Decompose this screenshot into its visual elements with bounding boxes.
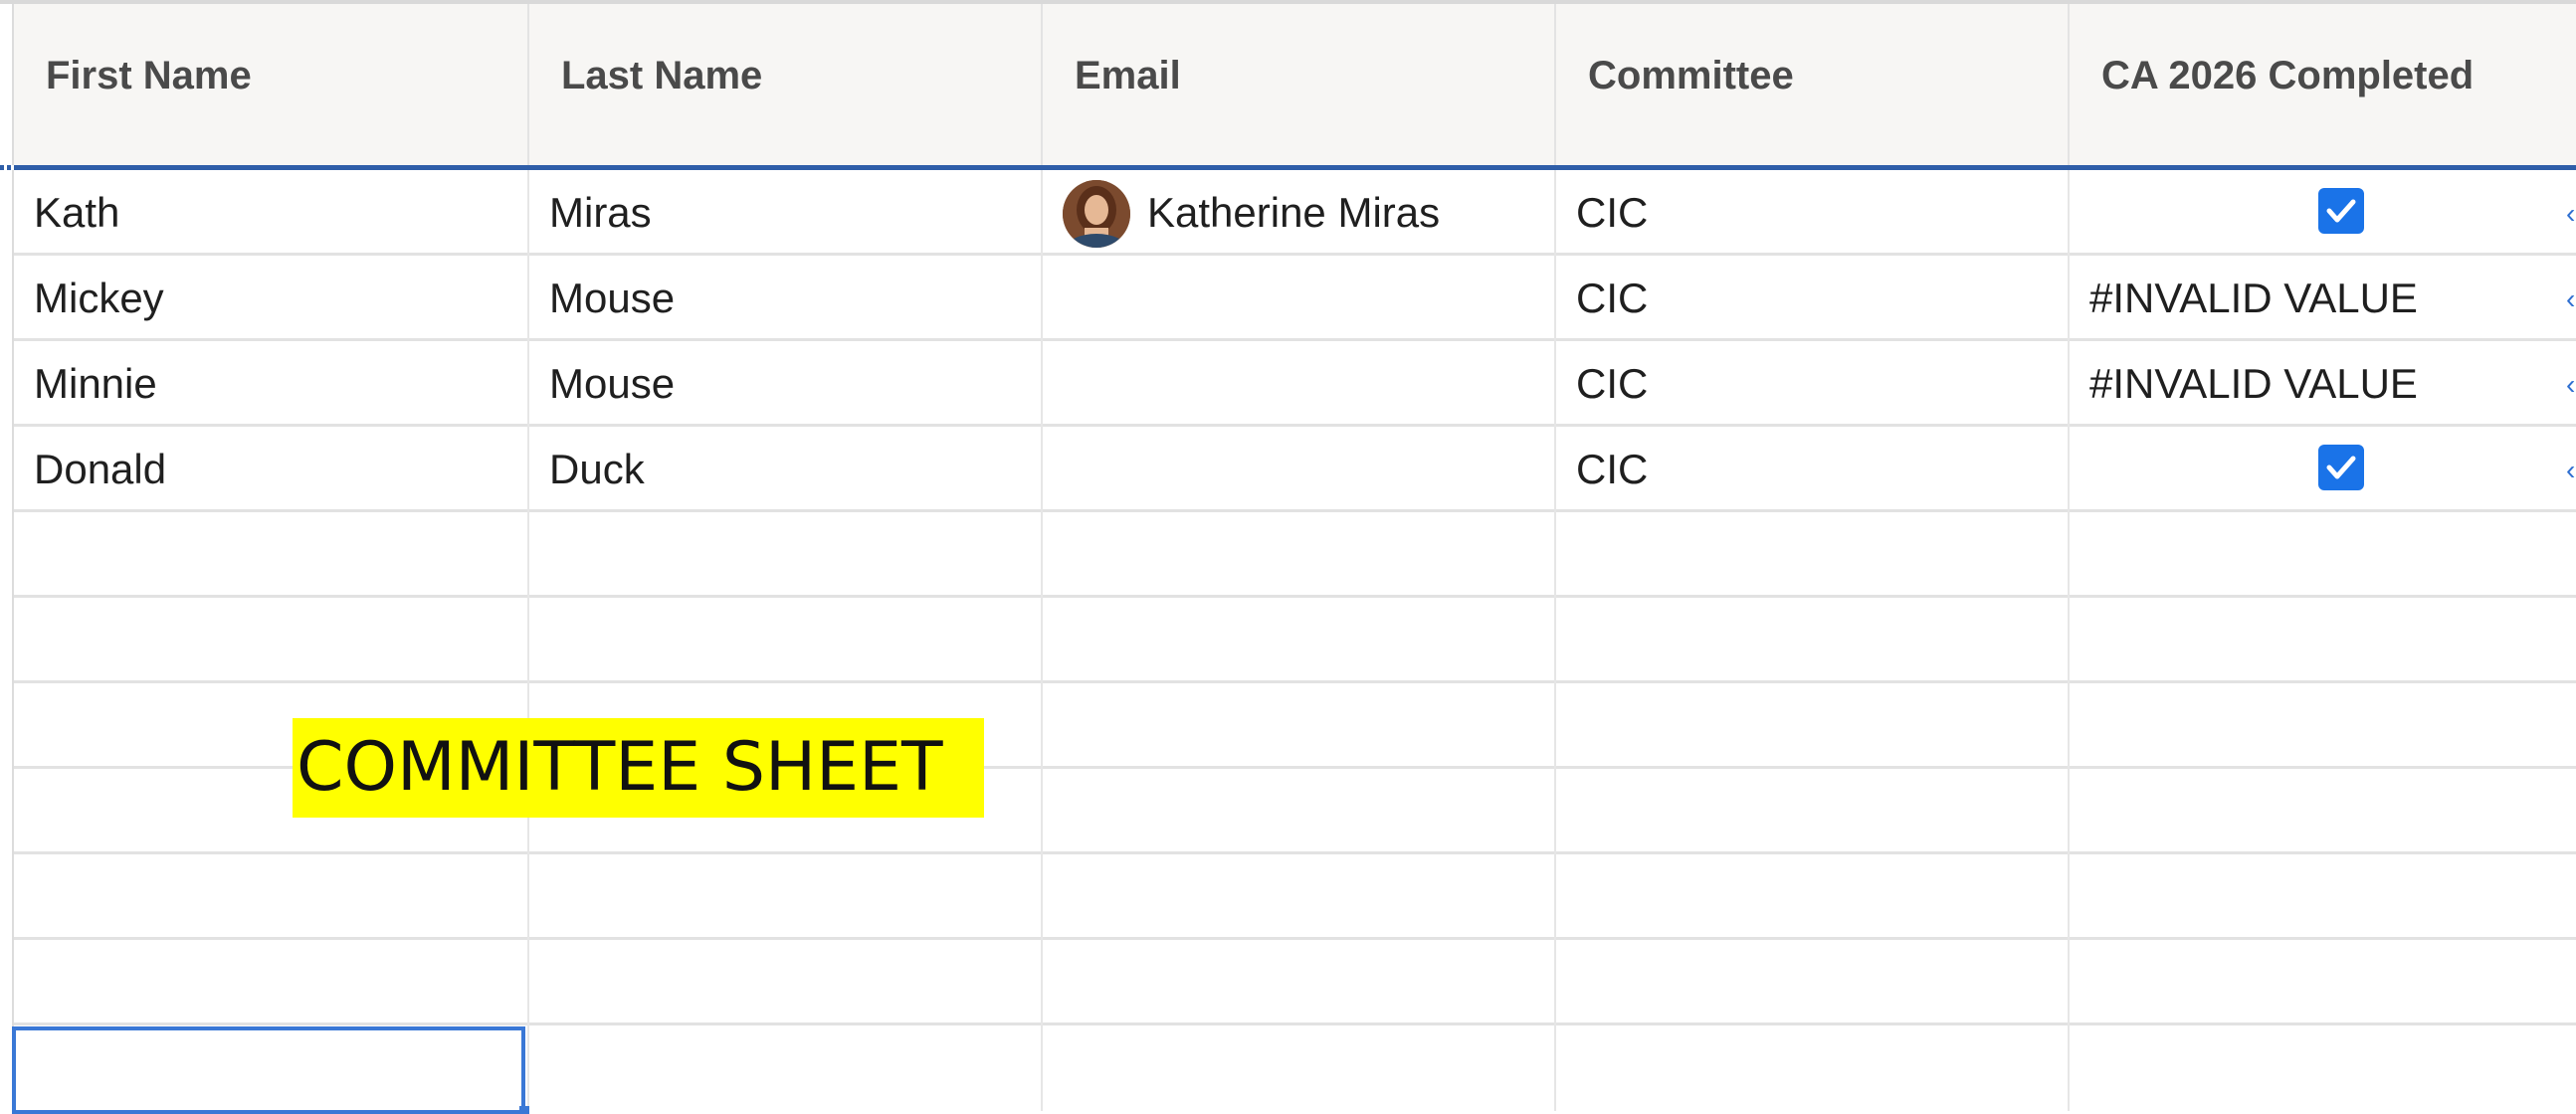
selected-cell[interactable]	[12, 1026, 525, 1114]
table-row: Kath Miras Katherine Miras CIC ‹	[14, 170, 2576, 256]
cell-committee[interactable]: CIC	[1554, 341, 2068, 427]
empty-cell[interactable]	[1041, 683, 1554, 769]
column-header-email[interactable]: Email	[1041, 4, 1554, 169]
cell-email[interactable]	[1041, 427, 1554, 512]
empty-row	[14, 512, 2576, 598]
cell-last-name[interactable]: Mouse	[527, 341, 1041, 427]
column-header-first-name[interactable]: First Name	[14, 4, 527, 169]
empty-cell[interactable]	[1554, 769, 2068, 854]
empty-cell[interactable]	[2068, 940, 2576, 1025]
column-header-last-name[interactable]: Last Name	[527, 4, 1041, 169]
empty-cell[interactable]	[14, 598, 527, 683]
empty-cell[interactable]	[1041, 1025, 1554, 1111]
cell-last-name[interactable]: Mouse	[527, 256, 1041, 341]
empty-cell[interactable]	[527, 512, 1041, 598]
row-gutter	[0, 4, 14, 1114]
empty-cell[interactable]	[1554, 1025, 2068, 1111]
cell-email-name: Katherine Miras	[1147, 189, 1441, 236]
empty-cell[interactable]	[527, 854, 1041, 940]
empty-cell[interactable]	[2068, 1025, 2576, 1111]
column-header-ca-2026-completed[interactable]: CA 2026 Completed	[2068, 4, 2576, 169]
committee-sheet-banner[interactable]: COMMITTEE SHEET	[293, 718, 984, 818]
empty-cell[interactable]	[1554, 854, 2068, 940]
cell-committee[interactable]: CIC	[1554, 256, 2068, 341]
cell-email[interactable]	[1041, 341, 1554, 427]
cell-email[interactable]	[1041, 256, 1554, 341]
table-row: Donald Duck CIC ‹	[14, 427, 2576, 512]
cell-committee[interactable]: CIC	[1554, 170, 2068, 256]
cell-last-name[interactable]: Duck	[527, 427, 1041, 512]
cell-ca-completed[interactable]: #INVALID VALUE ‹	[2068, 341, 2576, 427]
empty-cell[interactable]	[1554, 940, 2068, 1025]
spreadsheet-grid: First Name Last Name Email Committee CA …	[0, 0, 2576, 1114]
cell-first-name[interactable]: Donald	[14, 427, 527, 512]
empty-cell[interactable]	[14, 512, 527, 598]
table-row: Minnie Mouse CIC #INVALID VALUE ‹	[14, 341, 2576, 427]
empty-cell[interactable]	[14, 854, 527, 940]
cell-last-name[interactable]: Miras	[527, 170, 1041, 256]
empty-cell[interactable]	[1041, 854, 1554, 940]
empty-cell[interactable]	[527, 1025, 1041, 1111]
column-header-committee[interactable]: Committee	[1554, 4, 2068, 169]
cell-first-name[interactable]: Minnie	[14, 341, 527, 427]
user-avatar-icon[interactable]	[1063, 180, 1130, 248]
empty-cell[interactable]	[2068, 683, 2576, 769]
cell-ca-completed[interactable]: ‹	[2068, 170, 2576, 256]
empty-cell[interactable]	[14, 940, 527, 1025]
cell-ca-completed-text: #INVALID VALUE	[2089, 360, 2418, 407]
checkbox-checked-icon[interactable]	[2318, 188, 2364, 234]
column-header-row: First Name Last Name Email Committee CA …	[14, 4, 2576, 169]
empty-cell[interactable]	[1041, 598, 1554, 683]
empty-cell[interactable]	[527, 940, 1041, 1025]
row-edge-marker-icon: ‹	[2566, 283, 2576, 314]
empty-cell[interactable]	[1041, 769, 1554, 854]
empty-row	[14, 940, 2576, 1025]
empty-cell[interactable]	[2068, 598, 2576, 683]
table-row: Mickey Mouse CIC #INVALID VALUE ‹	[14, 256, 2576, 341]
cell-email[interactable]: Katherine Miras	[1041, 170, 1554, 256]
empty-cell[interactable]	[2068, 512, 2576, 598]
empty-cell[interactable]	[1554, 683, 2068, 769]
row-edge-marker-icon: ‹	[2566, 369, 2576, 400]
cell-ca-completed[interactable]: #INVALID VALUE ‹	[2068, 256, 2576, 341]
cell-first-name[interactable]: Mickey	[14, 256, 527, 341]
cell-ca-completed-text: #INVALID VALUE	[2089, 275, 2418, 321]
empty-cell[interactable]	[1041, 940, 1554, 1025]
cell-committee[interactable]: CIC	[1554, 427, 2068, 512]
cell-ca-completed[interactable]: ‹	[2068, 427, 2576, 512]
empty-cell[interactable]	[1554, 512, 2068, 598]
empty-row	[14, 598, 2576, 683]
empty-cell[interactable]	[1554, 598, 2068, 683]
empty-cell[interactable]	[2068, 854, 2576, 940]
header-divider-dash	[0, 165, 14, 170]
row-edge-marker-icon: ‹	[2566, 198, 2576, 229]
fill-handle[interactable]	[519, 1106, 529, 1114]
row-edge-marker-icon: ‹	[2566, 455, 2576, 485]
checkbox-checked-icon[interactable]	[2318, 445, 2364, 490]
cell-first-name[interactable]: Kath	[14, 170, 527, 256]
empty-cell[interactable]	[527, 598, 1041, 683]
empty-row	[14, 854, 2576, 940]
empty-cell[interactable]	[2068, 769, 2576, 854]
empty-cell[interactable]	[1041, 512, 1554, 598]
